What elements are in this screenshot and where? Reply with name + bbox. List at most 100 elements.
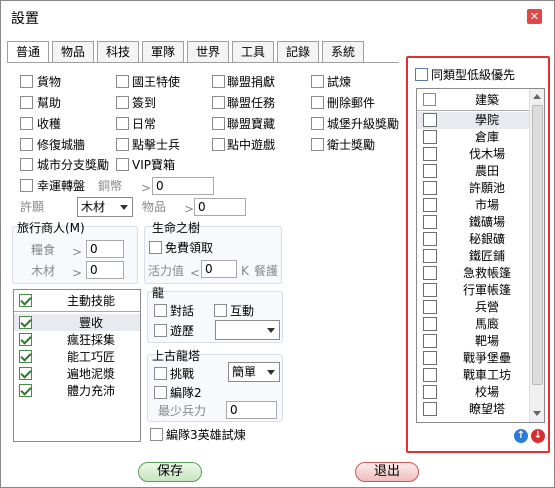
wish-item-input[interactable]: 0 [194,198,246,216]
checkbox-low-level-priority[interactable] [415,68,428,81]
list-item[interactable]: 市場 [417,197,529,214]
building-checkbox[interactable] [423,317,437,331]
checkbox-repair-wall[interactable] [20,138,33,151]
building-checkbox[interactable] [423,232,437,246]
checkbox-free-claim[interactable] [149,241,162,254]
building-checkbox[interactable] [423,130,437,144]
building-list-scrollbar[interactable] [529,89,544,422]
building-checkbox[interactable] [423,334,437,348]
building-checkbox[interactable] [423,266,437,280]
scroll-up-arrow-icon[interactable] [533,94,541,99]
building-checkbox[interactable] [423,368,437,382]
checkbox-click-game[interactable] [212,138,225,151]
building-select-all-checkbox[interactable] [423,93,436,106]
list-item[interactable]: 急救帳篷 [417,265,529,282]
building-checkbox[interactable] [423,215,437,229]
list-item[interactable]: 戰爭堡壘 [417,350,529,367]
list-item[interactable]: 農田 [417,163,529,180]
tab-system[interactable]: 系統 [322,41,364,63]
checkbox-help[interactable] [20,96,33,109]
list-item[interactable]: 校場 [417,384,529,401]
skill-checkbox[interactable] [19,367,32,380]
building-checkbox[interactable] [423,198,437,212]
building-checkbox[interactable] [423,351,437,365]
list-item[interactable]: 鐵匠鋪 [417,248,529,265]
skill-checkbox[interactable] [19,384,32,397]
building-checkbox[interactable] [423,147,437,161]
list-item[interactable]: 瞭望塔 [417,401,529,418]
move-up-icon[interactable]: ↑ [514,429,528,443]
tab-tools[interactable]: 工具 [232,41,274,63]
checkbox-ancient-challenge[interactable] [154,367,167,380]
checkbox-daily[interactable] [116,117,129,130]
checkbox-guard-reward[interactable] [311,138,324,151]
list-item[interactable]: 伐木場 [417,146,529,163]
list-item[interactable]: 秘銀礦 [417,231,529,248]
move-down-icon[interactable]: ↓ [531,429,545,443]
checkbox-alliance-treasure[interactable] [212,117,225,130]
checkbox-dragon-dialog[interactable] [154,304,167,317]
checkbox-ancient-team2[interactable] [154,386,167,399]
checkbox-city-branch-reward[interactable] [20,158,33,171]
list-item[interactable]: 遍地泥漿 [14,365,140,382]
merchant-wood-input[interactable]: 0 [86,261,124,279]
building-checkbox[interactable] [423,113,437,127]
list-item[interactable]: 豐收 [14,314,140,331]
list-item[interactable]: 靶場 [417,333,529,350]
checkbox-alliance-task[interactable] [212,96,225,109]
tab-log[interactable]: 記錄 [277,41,319,63]
ancient-difficulty-select[interactable]: 簡單 [228,362,280,382]
scrollbar-thumb[interactable] [532,105,543,385]
merchant-food-input[interactable]: 0 [86,240,124,258]
skills-select-all-checkbox[interactable] [19,294,32,307]
building-checkbox[interactable] [423,249,437,263]
building-checkbox[interactable] [423,164,437,178]
checkbox-click-soldier[interactable] [116,138,129,151]
building-checkbox[interactable] [423,283,437,297]
list-item[interactable]: 戰車工坊 [417,367,529,384]
close-icon[interactable]: ✕ [527,9,542,24]
skill-checkbox[interactable] [19,350,32,363]
checkbox-alliance-donate[interactable] [212,75,225,88]
wish-select[interactable]: 木材 [77,197,133,217]
list-item[interactable]: 馬廄 [417,316,529,333]
ancient-min-troops-input[interactable]: 0 [226,401,277,419]
tab-army[interactable]: 軍隊 [142,41,184,63]
checkbox-sign-in[interactable] [116,96,129,109]
tree-vitality-input[interactable]: 0 [201,260,237,278]
coin-input[interactable]: 0 [152,177,214,195]
list-item[interactable]: 學院 [417,112,529,129]
building-checkbox[interactable] [423,385,437,399]
checkbox-dragon-play[interactable] [154,324,167,337]
checkbox-delete-mail[interactable] [311,96,324,109]
tab-items[interactable]: 物品 [52,41,94,63]
list-item[interactable]: 許願池 [417,180,529,197]
list-item[interactable]: 瘋狂採集 [14,331,140,348]
checkbox-trial[interactable] [311,75,324,88]
checkbox-harvest[interactable] [20,117,33,130]
list-item[interactable]: 兵營 [417,299,529,316]
checkbox-lucky-wheel[interactable] [20,179,33,192]
checkbox-vip-chest[interactable] [116,158,129,171]
checkbox-dragon-interact[interactable] [214,304,227,317]
exit-button[interactable]: 退出 [355,462,419,482]
list-item[interactable]: 行軍帳篷 [417,282,529,299]
checkbox-cargo[interactable] [20,75,33,88]
checkbox-king-envoy[interactable] [116,75,129,88]
list-item[interactable]: 體力充沛 [14,382,140,399]
skill-checkbox[interactable] [19,333,32,346]
tab-world[interactable]: 世界 [187,41,229,63]
tab-tech[interactable]: 科技 [97,41,139,63]
save-button[interactable]: 保存 [138,462,202,482]
scroll-down-arrow-icon[interactable] [533,411,541,416]
skill-checkbox[interactable] [19,316,32,329]
dragon-play-select[interactable] [215,320,280,340]
list-item[interactable]: 鐵礦場 [417,214,529,231]
list-item[interactable]: 能工巧匠 [14,348,140,365]
checkbox-hero-trial[interactable] [150,428,163,441]
building-checkbox[interactable] [423,402,437,416]
tab-general[interactable]: 普通 [7,41,49,63]
building-checkbox[interactable] [423,300,437,314]
list-item[interactable]: 倉庫 [417,129,529,146]
building-checkbox[interactable] [423,181,437,195]
